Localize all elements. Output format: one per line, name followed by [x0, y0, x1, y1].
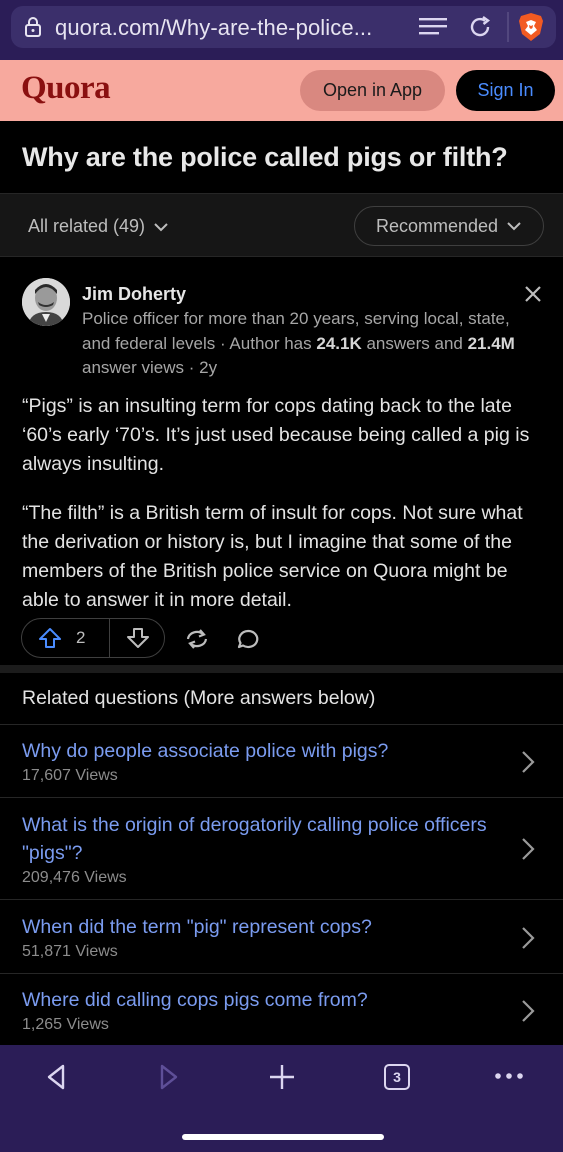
browser-toolbar: quora.com/Why-are-the-police...: [0, 0, 563, 60]
section-divider: [0, 665, 563, 673]
back-icon[interactable]: [44, 1063, 68, 1091]
related-question-views: 1,265 Views: [22, 1016, 109, 1033]
chevron-right-icon: [522, 751, 535, 773]
related-question-link[interactable]: Where did calling cops pigs come from?: [22, 986, 492, 1014]
chevron-right-icon: [522, 927, 535, 949]
author-photo: [22, 278, 70, 326]
chevron-down-icon: [154, 222, 168, 231]
sort-label: Recommended: [375, 215, 499, 236]
related-question-link[interactable]: When did the term "pig" represent cops?: [22, 913, 492, 941]
question-title: Why are the police called pigs or filth?: [22, 142, 508, 172]
related-question-views: 209,476 Views: [22, 869, 127, 886]
answer-card: Jim Doherty Police officer for more than…: [0, 257, 563, 665]
answer-paragraph: “The filth” is a British term of insult …: [22, 502, 523, 611]
all-related-dropdown[interactable]: All related (49): [28, 216, 169, 237]
views-count: 21.4M: [467, 333, 515, 353]
quora-logo[interactable]: Quora: [21, 70, 111, 107]
tabs-icon[interactable]: 3: [384, 1064, 410, 1090]
forward-icon[interactable]: [157, 1063, 181, 1091]
lock-icon: [25, 17, 41, 37]
answer-paragraph: “Pigs” is an insulting term for cops dat…: [22, 395, 530, 475]
address-bar[interactable]: quora.com/Why-are-the-police...: [11, 6, 556, 48]
author-credential: Police officer for more than 20 years, s…: [82, 309, 515, 377]
related-question-item[interactable]: What is the origin of derogatorily calli…: [0, 797, 563, 900]
related-question-link[interactable]: Why do people associate police with pigs…: [22, 737, 492, 765]
brave-shield-icon[interactable]: [517, 12, 545, 42]
reload-icon[interactable]: [467, 14, 493, 40]
share-icon[interactable]: [184, 628, 210, 650]
related-question-link[interactable]: What is the origin of derogatorily calli…: [22, 811, 492, 867]
downvote-button[interactable]: [111, 619, 165, 657]
vote-controls: 2: [21, 618, 165, 658]
related-questions-heading: Related questions (More answers below): [22, 687, 376, 709]
home-indicator[interactable]: [182, 1134, 384, 1140]
related-question-item[interactable]: When did the term "pig" represent cops? …: [0, 899, 563, 974]
related-question-item[interactable]: Why do people associate police with pigs…: [0, 724, 563, 798]
reader-mode-icon[interactable]: [418, 15, 448, 39]
related-question-views: 17,607 Views: [22, 767, 118, 784]
chevron-right-icon: [522, 1000, 535, 1022]
downvote-arrow-icon: [127, 628, 149, 648]
close-icon[interactable]: [522, 283, 544, 305]
answer-filter-bar: All related (49) Recommended: [0, 193, 563, 257]
upvote-arrow-icon: [39, 628, 61, 648]
toolbar-divider: [507, 12, 509, 42]
related-question-item[interactable]: Where did calling cops pigs come from? 1…: [0, 973, 563, 1045]
answers-count: 24.1K: [316, 333, 362, 353]
upvote-button[interactable]: 2: [22, 619, 110, 657]
browser-bottom-bar: 3: [0, 1045, 563, 1152]
chevron-right-icon: [522, 838, 535, 860]
author-name[interactable]: Jim Doherty: [82, 284, 186, 305]
related-question-views: 51,871 Views: [22, 943, 118, 960]
more-menu-icon[interactable]: [494, 1072, 524, 1080]
chevron-down-icon: [507, 222, 521, 231]
open-in-app-button[interactable]: Open in App: [300, 70, 445, 111]
all-related-label: All related (49): [28, 216, 146, 236]
new-tab-icon[interactable]: [268, 1063, 296, 1091]
avatar[interactable]: [22, 278, 70, 326]
sign-in-button[interactable]: Sign In: [456, 70, 555, 111]
url-text[interactable]: quora.com/Why-are-the-police...: [55, 15, 372, 41]
sort-dropdown[interactable]: Recommended: [354, 206, 544, 246]
upvote-count: 2: [76, 628, 86, 647]
site-header: Quora Open in App Sign In: [0, 60, 563, 121]
comment-icon[interactable]: [236, 628, 260, 650]
